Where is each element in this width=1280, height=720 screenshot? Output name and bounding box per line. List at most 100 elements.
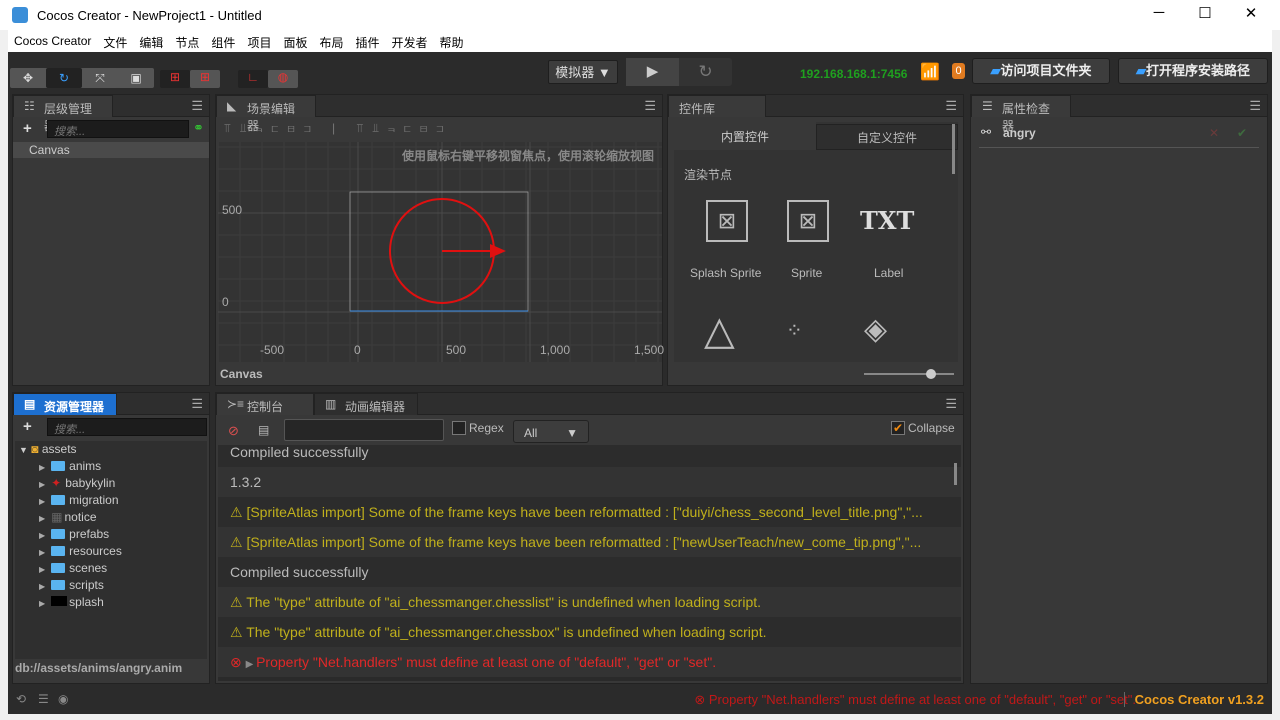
menu-cocos[interactable]: Cocos Creator <box>8 30 97 52</box>
expand-arrow-icon[interactable]: ▶ <box>39 548 45 557</box>
tab-widgets[interactable]: 控件库 <box>668 95 766 117</box>
expand-arrow-icon[interactable]: ▶ <box>39 599 45 608</box>
revert-icon[interactable]: ✕ <box>1209 126 1219 140</box>
refresh-button[interactable]: ↻ <box>679 58 732 86</box>
scale-tool-icon[interactable]: ⤧ <box>82 68 118 88</box>
tab-animation[interactable]: ▥ 动画编辑器 <box>314 393 418 415</box>
scene-viewport[interactable] <box>218 142 662 362</box>
log-row[interactable]: Compiled successfully <box>218 445 961 467</box>
tab-console[interactable]: ≻≡ 控制台 <box>216 393 314 415</box>
sync-icon[interactable]: ⟲ <box>16 692 26 706</box>
tab-scene[interactable]: ◣ 场景编辑器 <box>216 95 316 133</box>
clear-log-icon[interactable]: ⊘ <box>228 423 239 439</box>
console-filter-input[interactable] <box>284 419 444 441</box>
log-row[interactable]: ⊗ ▶ Property "Net.handlers" must define … <box>218 647 961 677</box>
menu-panel[interactable]: 面板 <box>277 30 313 52</box>
tree-node-notice[interactable]: ▶ ▦ notice <box>15 509 207 526</box>
regex-checkbox[interactable] <box>452 421 466 435</box>
tree-node-splash[interactable]: ▶ splash <box>15 594 207 611</box>
tree-node-canvas[interactable]: Canvas <box>13 142 209 158</box>
global-icon[interactable]: ◍ <box>268 70 298 88</box>
tree-node-scripts[interactable]: ▶ scripts <box>15 577 207 594</box>
mask-widget-icon[interactable]: △ <box>704 308 735 354</box>
open-install-path-button[interactable]: ▰打开程序安装路径 <box>1118 58 1268 84</box>
panel-menu-icon[interactable]: ☰ <box>644 98 656 114</box>
open-project-folder-button[interactable]: ▰访问项目文件夹 <box>972 58 1110 84</box>
log-row[interactable]: ⚠ The "type" attribute of "ai_chessmange… <box>218 587 961 617</box>
panel-menu-icon[interactable]: ☰ <box>945 396 957 412</box>
log-row[interactable]: ⚠ The "type" attribute of "ai_chessmange… <box>218 617 961 647</box>
tab-hierarchy[interactable]: ☷层级管理器 <box>13 95 113 133</box>
panel-menu-icon[interactable]: ☰ <box>191 396 203 412</box>
apply-icon[interactable]: ✔ <box>1237 126 1247 140</box>
add-asset-button[interactable]: + <box>23 418 32 435</box>
log-row[interactable]: Compiled successfully <box>218 557 961 587</box>
panel-menu-icon[interactable]: ☰ <box>191 98 203 114</box>
log-row[interactable]: ⚠ [SpriteAtlas import] Some of the frame… <box>218 497 961 527</box>
tree-node-scenes[interactable]: ▶ scenes <box>15 560 207 577</box>
panel-menu-icon[interactable]: ☰ <box>945 98 957 114</box>
menu-help[interactable]: 帮助 <box>434 30 470 52</box>
maximize-button[interactable]: ☐ <box>1182 4 1228 26</box>
tab-assets[interactable]: ▤ 资源管理器 <box>13 393 117 415</box>
expand-arrow-icon[interactable]: ▶ <box>246 659 256 670</box>
expand-arrow-icon[interactable]: ▶ <box>39 463 45 472</box>
pivot-icon[interactable]: ⊞ <box>160 70 190 88</box>
expand-arrow-icon[interactable]: ▶ <box>39 514 45 523</box>
tab-inspector[interactable]: ☰ 属性检查器 <box>971 95 1071 133</box>
tree-node-prefabs[interactable]: ▶ prefabs <box>15 526 207 543</box>
platform-select[interactable]: 模拟器 ▼ <box>548 60 618 84</box>
expand-arrow-icon[interactable]: ▶ <box>39 531 45 540</box>
tree-node-migration[interactable]: ▶ migration <box>15 492 207 509</box>
play-button[interactable]: ▶ <box>626 58 679 86</box>
move-tool-icon[interactable]: ✥ <box>10 68 46 88</box>
menu-component[interactable]: 组件 <box>205 30 241 52</box>
rect-tool-icon[interactable]: ▣ <box>118 68 154 88</box>
expand-arrow-icon[interactable]: ▶ <box>39 582 45 591</box>
menu-file[interactable]: 文件 <box>97 30 133 52</box>
database-icon[interactable]: ☰ <box>38 692 49 706</box>
splash-sprite-icon[interactable]: ⊠ <box>706 200 748 242</box>
tab-builtin[interactable]: 内置控件 <box>674 122 816 150</box>
tiledmap-widget-icon[interactable]: ◈ <box>864 312 887 347</box>
log-row[interactable]: 1.3.2 <box>218 467 961 497</box>
slider-thumb[interactable] <box>926 369 936 379</box>
menu-project[interactable]: 项目 <box>241 30 277 52</box>
expand-arrow-icon[interactable]: ▶ <box>39 497 45 506</box>
log-row[interactable]: ⚠ [SpriteAtlas import] Some of the frame… <box>218 527 961 557</box>
tree-node-assets[interactable]: ▼ ◙ assets <box>15 441 207 458</box>
minimize-button[interactable]: ─ <box>1136 4 1182 26</box>
rotate-tool-icon[interactable]: ↻ <box>46 68 82 88</box>
particle-widget-icon[interactable]: ⁘ <box>786 318 803 343</box>
tree-node-babykylin[interactable]: ▶ ✦ babykylin <box>15 475 207 492</box>
panel-menu-icon[interactable]: ☰ <box>1249 98 1261 114</box>
sprite-icon[interactable]: ⊠ <box>787 200 829 242</box>
local-icon[interactable]: ∟ <box>238 70 268 88</box>
menu-plugin[interactable]: 插件 <box>349 30 385 52</box>
align-toolbar[interactable]: ⫪⫫⫬⊏⊟⊐ | ⫪⫫⫬⊏⊟⊐ <box>224 121 452 136</box>
tree-node-resources[interactable]: ▶ resources <box>15 543 207 560</box>
center-icon[interactable]: ⊞ <box>190 70 220 88</box>
log-level-select[interactable]: All ▼ <box>513 420 589 443</box>
scrollbar[interactable] <box>952 124 955 174</box>
expand-arrow-icon[interactable]: ▶ <box>39 480 45 489</box>
close-button[interactable]: ✕ <box>1228 4 1274 26</box>
menu-edit[interactable]: 编辑 <box>133 30 169 52</box>
open-log-file-icon[interactable]: ▤ <box>258 423 269 437</box>
assets-search-input[interactable]: 搜索... <box>47 418 207 436</box>
visibility-icon[interactable]: ◉ <box>58 692 68 706</box>
tab-custom[interactable]: 自定义控件 <box>816 124 958 150</box>
menu-layout[interactable]: 布局 <box>313 30 349 52</box>
hierarchy-search-input[interactable]: 搜索... <box>47 120 189 138</box>
link-icon[interactable]: ⚭ <box>193 120 204 136</box>
menu-node[interactable]: 节点 <box>169 30 205 52</box>
label-widget-icon[interactable]: TXT <box>860 206 914 235</box>
zoom-slider[interactable] <box>864 369 954 379</box>
collapse-checkbox[interactable]: ✔ <box>891 421 905 435</box>
add-node-button[interactable]: + <box>23 120 32 137</box>
menu-developer[interactable]: 开发者 <box>386 30 434 52</box>
tree-node-anims[interactable]: ▶ anims <box>15 458 207 475</box>
notification-badge[interactable]: 0 <box>952 63 965 79</box>
scrollbar[interactable] <box>954 463 957 485</box>
preview-ip[interactable]: 192.168.168.1:7456 <box>800 67 907 81</box>
